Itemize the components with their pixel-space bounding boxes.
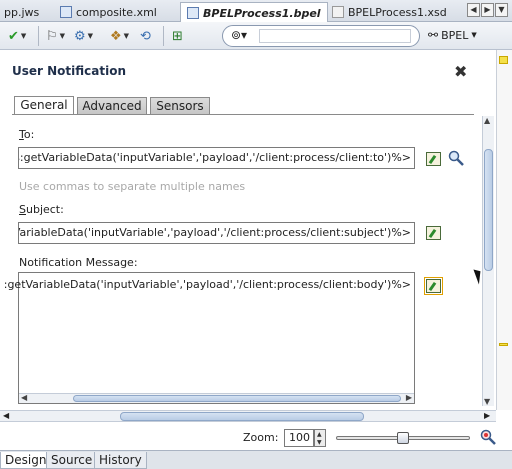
gear-icon: ⚙ xyxy=(74,28,86,44)
spin-down-icon[interactable]: ▼ xyxy=(317,439,322,447)
warning-marker[interactable] xyxy=(499,56,508,64)
dialog-vertical-scrollbar[interactable]: ▲ ▼ xyxy=(482,116,494,406)
chevron-down-icon: ▼ xyxy=(471,31,477,39)
bpel-file-icon xyxy=(187,7,199,19)
spin-up-icon[interactable]: ▲ xyxy=(317,431,322,439)
scroll-tabs-left-icon[interactable]: ◀ xyxy=(467,3,480,17)
zoom-label: Zoom: xyxy=(243,431,279,444)
validate-button[interactable]: ✔ ▼ xyxy=(8,27,26,45)
file-tab-jws[interactable]: pp.jws xyxy=(0,2,45,22)
expression-builder-icon[interactable] xyxy=(426,226,441,240)
scrollbar-thumb[interactable] xyxy=(120,412,364,421)
file-tab-bpel[interactable]: BPELProcess1.bpel xyxy=(180,2,328,23)
chevron-down-icon: ▼ xyxy=(87,32,94,40)
tab-sensors[interactable]: Sensors xyxy=(150,97,210,115)
tab-general[interactable]: General xyxy=(14,96,74,115)
file-tab-composite[interactable]: composite.xml xyxy=(54,2,163,22)
scroll-tabs-right-icon[interactable]: ▶ xyxy=(481,3,494,17)
zoom-controls: Zoom: 100 ▲ ▼ xyxy=(0,424,512,450)
deploy-button[interactable]: ❖ ▼ xyxy=(110,27,129,45)
scroll-left-icon[interactable]: ◀ xyxy=(21,393,27,402)
scroll-right-icon[interactable]: ▶ xyxy=(484,411,490,420)
binoculars-icon[interactable]: ⊚▾ xyxy=(231,28,247,42)
editor-toolbar: ✔ ▼ ⚐ ▼ ⚙ ▼ ❖ ▼ ⟲ ⊞ ⊚▾ ⚯ BPEL ▼ xyxy=(0,22,512,50)
to-hint: Use commas to separate multiple names xyxy=(19,180,246,193)
scroll-up-icon[interactable]: ▲ xyxy=(484,116,490,125)
hierarchy-button[interactable]: ⊞ xyxy=(172,27,183,45)
bpel-menu-button[interactable]: ⚯ BPEL ▼ xyxy=(428,28,477,42)
message-text: :getVariableData('inputVariable','payloa… xyxy=(3,278,411,291)
dialog-title: User Notification xyxy=(12,64,126,78)
chevron-down-icon: ▼ xyxy=(59,32,66,40)
deploy-icon: ❖ xyxy=(110,28,122,44)
expression-builder-icon[interactable] xyxy=(426,152,441,166)
bookmark-button[interactable]: ⚐ ▼ xyxy=(46,27,65,45)
tab-source[interactable]: Source xyxy=(46,452,98,469)
scroll-left-icon[interactable]: ◀ xyxy=(3,411,9,420)
scroll-right-icon[interactable]: ▶ xyxy=(406,393,412,402)
canvas-horizontal-scrollbar[interactable]: ◀ ▶ xyxy=(0,410,496,422)
search-input[interactable] xyxy=(259,29,411,43)
scrollbar-thumb[interactable] xyxy=(73,395,401,402)
checkmark-icon: ✔ xyxy=(8,28,19,44)
tab-list-icon[interactable]: ▼ xyxy=(495,3,508,17)
refresh-button[interactable]: ⟲ xyxy=(140,27,151,45)
zoom-fit-icon[interactable] xyxy=(480,429,496,445)
error-marker[interactable] xyxy=(499,343,508,346)
message-horizontal-scrollbar[interactable]: ◀ ▶ xyxy=(19,393,414,403)
run-button[interactable]: ⚙ ▼ xyxy=(74,27,93,45)
overview-gutter xyxy=(496,50,512,410)
to-label: To: xyxy=(19,128,35,141)
view-tab-bar: Design Source History xyxy=(0,450,512,469)
zoom-slider[interactable] xyxy=(336,432,470,444)
toolbar-separator xyxy=(163,26,164,46)
message-textarea[interactable]: :getVariableData('inputVariable','payloa… xyxy=(4,272,415,404)
zoom-input[interactable]: 100 xyxy=(284,429,314,447)
tab-advanced[interactable]: Advanced xyxy=(77,97,147,115)
expression-builder-icon[interactable] xyxy=(424,277,443,295)
to-field[interactable]: ws:getVariableData('inputVariable','payl… xyxy=(18,147,415,169)
user-notification-dialog: User Notification ✖ General Advanced Sen… xyxy=(0,50,496,408)
zoom-slider-knob[interactable] xyxy=(397,432,409,444)
hierarchy-icon: ⊞ xyxy=(172,28,183,44)
message-label: Notification Message: xyxy=(19,256,138,269)
close-icon[interactable]: ✖ xyxy=(454,62,467,81)
bookmark-icon: ⚐ xyxy=(46,28,58,44)
tab-divider xyxy=(12,114,474,115)
search-icon[interactable] xyxy=(448,150,464,166)
subject-label: Subject: xyxy=(19,203,64,216)
glasses-icon: ⚯ xyxy=(428,28,439,42)
chevron-down-icon: ▼ xyxy=(20,32,27,40)
zoom-spinner[interactable]: ▲ ▼ xyxy=(314,429,326,447)
scroll-down-icon[interactable]: ▼ xyxy=(484,397,490,406)
subject-field[interactable]: tVariableData('inputVariable','payload',… xyxy=(18,222,415,244)
tab-history[interactable]: History xyxy=(94,452,147,469)
xsd-file-icon xyxy=(332,6,344,18)
chevron-down-icon: ▼ xyxy=(123,32,130,40)
toolbar-separator xyxy=(38,26,39,46)
search-box[interactable]: ⊚▾ xyxy=(222,25,420,47)
composite-file-icon xyxy=(60,6,72,18)
editor-tab-strip: pp.jws composite.xml BPELProcess1.bpel B… xyxy=(0,0,512,23)
refresh-icon: ⟲ xyxy=(140,28,151,44)
tab-design[interactable]: Design xyxy=(0,452,52,469)
scrollbar-thumb[interactable] xyxy=(484,149,493,271)
file-tab-xsd[interactable]: BPELProcess1.xsd xyxy=(326,2,453,22)
